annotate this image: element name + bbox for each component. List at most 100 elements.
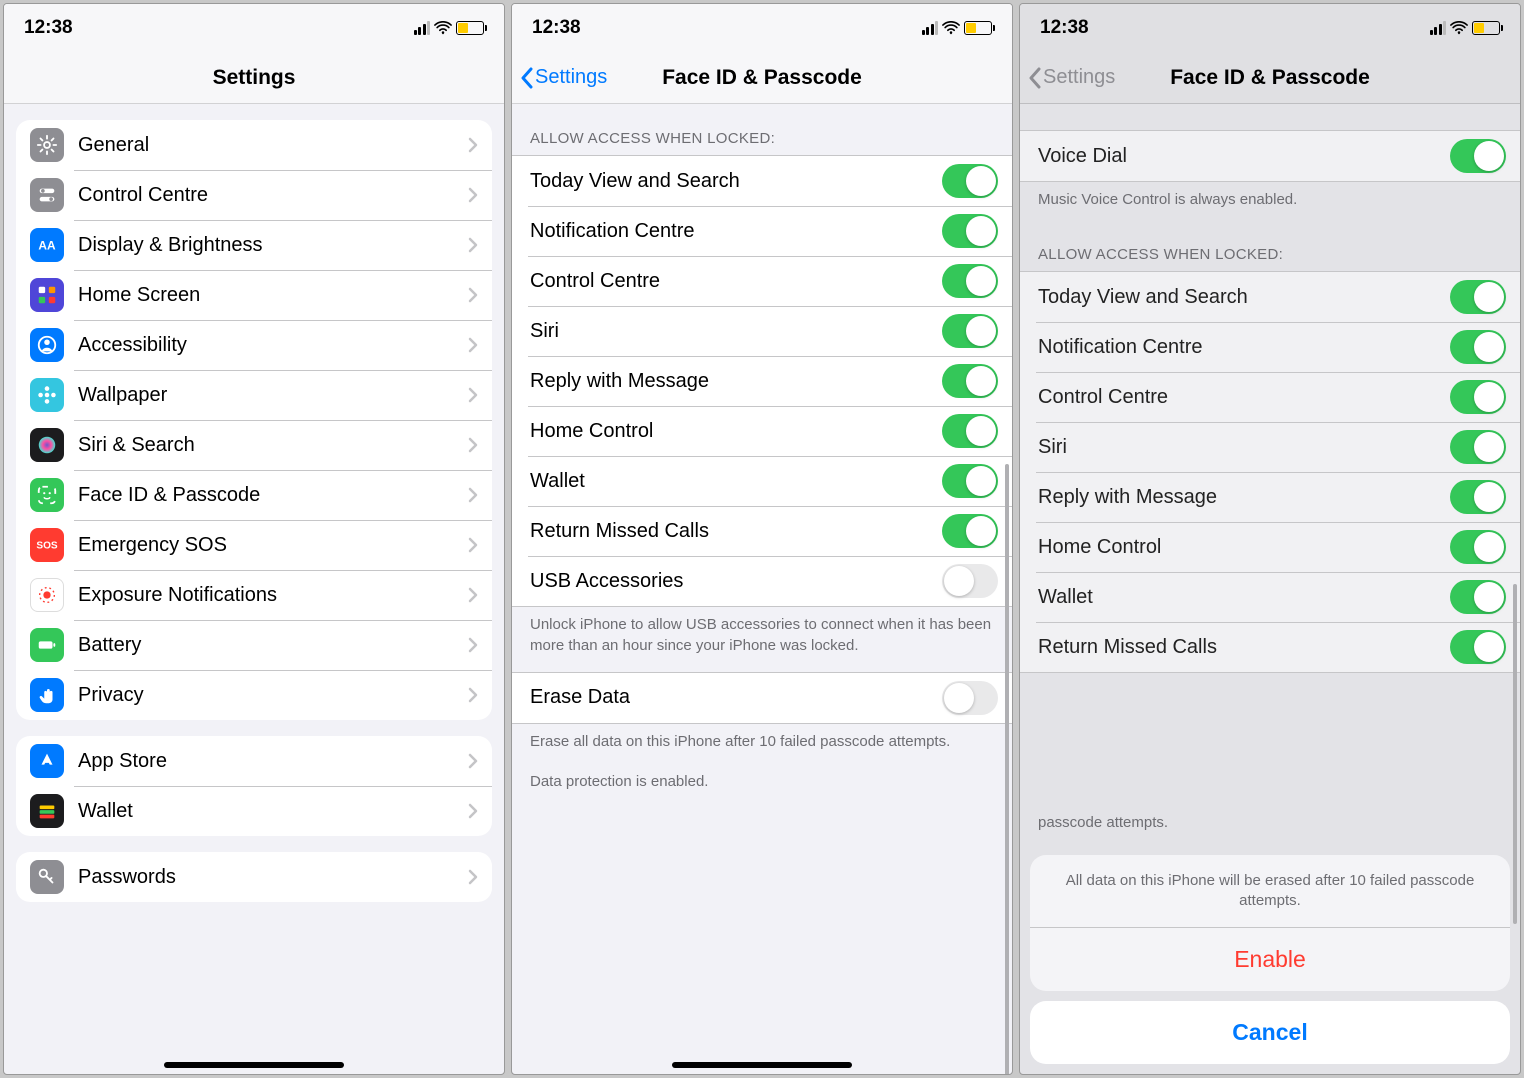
- appstore-icon: [30, 744, 64, 778]
- row-label: Face ID & Passcode: [78, 484, 454, 507]
- svg-text:SOS: SOS: [36, 541, 58, 552]
- cancel-button[interactable]: Cancel: [1030, 1001, 1510, 1064]
- toggle-row-wallet[interactable]: Wallet: [1020, 572, 1520, 622]
- toggle-row-today-view-and-search[interactable]: Today View and Search: [1020, 272, 1520, 322]
- scrollbar-thumb[interactable]: [1005, 464, 1009, 1074]
- settings-row-siri-search[interactable]: Siri & Search: [16, 420, 492, 470]
- sos-icon: SOS: [30, 528, 64, 562]
- enable-button[interactable]: Enable: [1030, 927, 1510, 991]
- siri-icon: [30, 428, 64, 462]
- toggle-row-notification-centre[interactable]: Notification Centre: [512, 206, 1012, 256]
- screen-faceid-action-sheet: 12:38 Settings Face ID & Passcode Voice …: [1019, 3, 1521, 1075]
- nav-bar: Settings Face ID & Passcode: [512, 52, 1012, 104]
- row-label: Siri & Search: [78, 434, 454, 457]
- toggle-row-usb-accessories[interactable]: USB Accessories: [512, 556, 1012, 606]
- toggle-label: Wallet: [530, 470, 928, 493]
- status-right: [1430, 21, 1501, 35]
- settings-row-wallet[interactable]: Wallet: [16, 786, 492, 836]
- toggle-row-return-missed-calls[interactable]: Return Missed Calls: [1020, 622, 1520, 672]
- chevron-right-icon: [468, 237, 478, 253]
- toggle-row-reply-with-message[interactable]: Reply with Message: [512, 356, 1012, 406]
- chevron-left-icon: [520, 67, 534, 89]
- toggle-switch[interactable]: [1450, 580, 1506, 614]
- nav-bar: Settings Face ID & Passcode: [1020, 52, 1520, 104]
- flower-icon: [30, 378, 64, 412]
- toggle-row-notification-centre[interactable]: Notification Centre: [1020, 322, 1520, 372]
- toggle-switch[interactable]: [1450, 280, 1506, 314]
- status-right: [922, 21, 993, 35]
- page-title: Face ID & Passcode: [662, 66, 862, 90]
- status-time: 12:38: [24, 17, 73, 39]
- toggle-row-siri[interactable]: Siri: [1020, 422, 1520, 472]
- toggle-label: Siri: [1038, 436, 1436, 459]
- settings-row-general[interactable]: General: [16, 120, 492, 170]
- toggle-row-today-view-and-search[interactable]: Today View and Search: [512, 156, 1012, 206]
- cellular-icon: [922, 21, 939, 35]
- voice-dial-group: Voice Dial: [1020, 130, 1520, 182]
- toggle-row-reply-with-message[interactable]: Reply with Message: [1020, 472, 1520, 522]
- settings-row-passwords[interactable]: Passwords: [16, 852, 492, 902]
- toggle-switch[interactable]: [942, 364, 998, 398]
- erase-data-row[interactable]: Erase Data: [512, 673, 1012, 723]
- toggle-switch[interactable]: [942, 164, 998, 198]
- section-header-allow-access: ALLOW ACCESS WHEN LOCKED:: [1020, 226, 1520, 271]
- settings-row-app-store[interactable]: App Store: [16, 736, 492, 786]
- chevron-right-icon: [468, 537, 478, 553]
- toggle-row-siri[interactable]: Siri: [512, 306, 1012, 356]
- settings-row-control-centre[interactable]: Control Centre: [16, 170, 492, 220]
- toggle-label: Today View and Search: [1038, 286, 1436, 309]
- home-indicator[interactable]: [672, 1062, 852, 1068]
- settings-row-display-brightness[interactable]: AADisplay & Brightness: [16, 220, 492, 270]
- toggle-row-control-centre[interactable]: Control Centre: [512, 256, 1012, 306]
- scroll-area[interactable]: General Control CentreAADisplay & Brightn…: [4, 104, 504, 1074]
- toggle-switch[interactable]: [1450, 330, 1506, 364]
- toggle-switch[interactable]: [1450, 380, 1506, 414]
- toggle-switch[interactable]: [942, 564, 998, 598]
- toggle-switch[interactable]: [942, 464, 998, 498]
- svg-text:AA: AA: [38, 239, 56, 253]
- settings-row-exposure-notifications[interactable]: Exposure Notifications: [16, 570, 492, 620]
- erase-data-toggle[interactable]: [942, 681, 998, 715]
- settings-row-accessibility[interactable]: Accessibility: [16, 320, 492, 370]
- toggle-switch[interactable]: [942, 214, 998, 248]
- row-label: General: [78, 134, 454, 157]
- toggle-switch[interactable]: [942, 514, 998, 548]
- exposure-icon: [30, 578, 64, 612]
- grid-icon: [30, 278, 64, 312]
- scroll-area: Voice Dial Music Voice Control is always…: [1020, 104, 1520, 1074]
- toggle-row-control-centre[interactable]: Control Centre: [1020, 372, 1520, 422]
- toggle-switch[interactable]: [1450, 480, 1506, 514]
- toggle-label: Home Control: [1038, 536, 1436, 559]
- home-indicator[interactable]: [164, 1062, 344, 1068]
- toggle-switch[interactable]: [942, 414, 998, 448]
- row-label: Emergency SOS: [78, 534, 454, 557]
- toggle-switch[interactable]: [942, 314, 998, 348]
- toggle-switch[interactable]: [1450, 530, 1506, 564]
- toggle-switch[interactable]: [942, 264, 998, 298]
- chevron-right-icon: [468, 487, 478, 503]
- settings-row-home-screen[interactable]: Home Screen: [16, 270, 492, 320]
- toggle-switch[interactable]: [1450, 630, 1506, 664]
- settings-row-battery[interactable]: Battery: [16, 620, 492, 670]
- battery-icon: [1472, 21, 1500, 35]
- settings-row-privacy[interactable]: Privacy: [16, 670, 492, 720]
- row-label: Accessibility: [78, 334, 454, 357]
- chevron-right-icon: [468, 637, 478, 653]
- chevron-right-icon: [468, 687, 478, 703]
- faceid-icon: [30, 478, 64, 512]
- status-time: 12:38: [532, 17, 581, 39]
- toggle-row-return-missed-calls[interactable]: Return Missed Calls: [512, 506, 1012, 556]
- settings-row-emergency-sos[interactable]: SOS Emergency SOS: [16, 520, 492, 570]
- allow-access-group: Today View and Search Notification Centre…: [1020, 271, 1520, 673]
- toggle-row-home-control[interactable]: Home Control: [512, 406, 1012, 456]
- action-sheet-message: All data on this iPhone will be erased a…: [1030, 855, 1510, 928]
- toggle-row-home-control[interactable]: Home Control: [1020, 522, 1520, 572]
- back-button[interactable]: Settings: [520, 66, 607, 89]
- scroll-area[interactable]: Music Voice Control is always enabled. A…: [512, 104, 1012, 1074]
- row-label: Privacy: [78, 684, 454, 707]
- toggle-switch[interactable]: [1450, 430, 1506, 464]
- settings-row-wallpaper[interactable]: Wallpaper: [16, 370, 492, 420]
- toggle-row-wallet[interactable]: Wallet: [512, 456, 1012, 506]
- hand-icon: [30, 678, 64, 712]
- settings-row-face-id-passcode[interactable]: Face ID & Passcode: [16, 470, 492, 520]
